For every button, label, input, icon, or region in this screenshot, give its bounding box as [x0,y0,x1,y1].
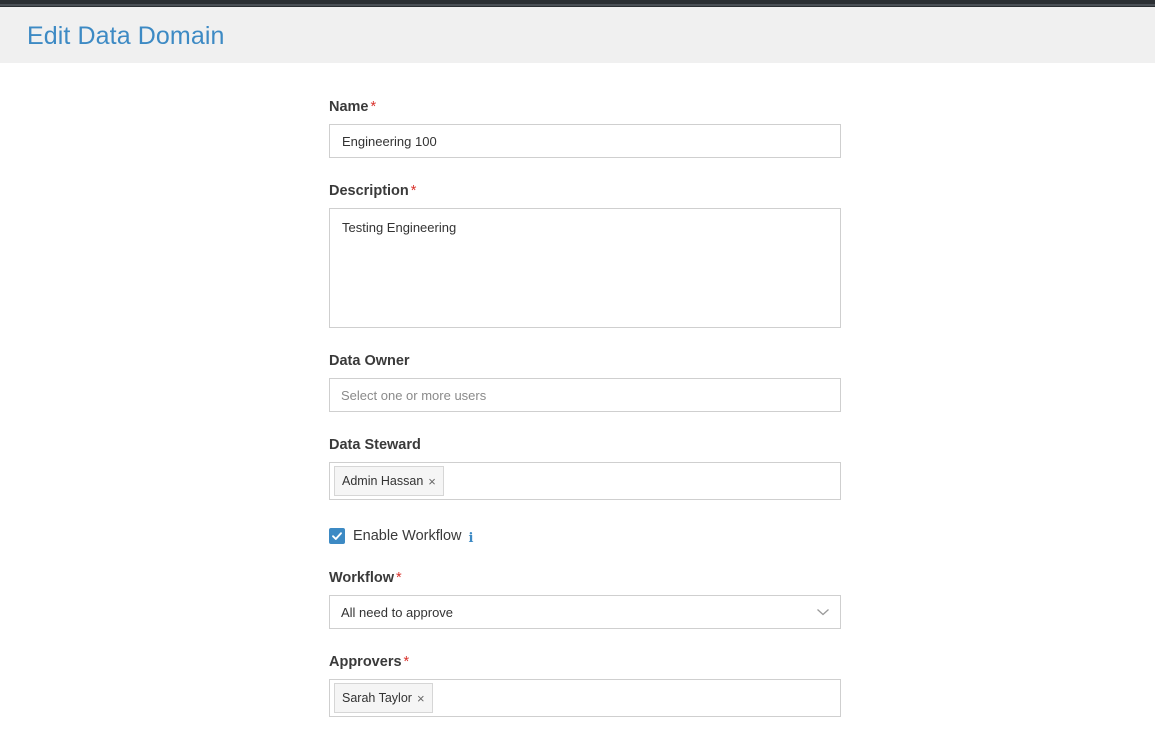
enable-workflow-label: Enable Workflow [353,528,462,544]
workflow-selected: All need to approve [341,605,454,620]
name-label-text: Name [329,99,369,115]
close-icon[interactable]: × [417,691,425,706]
data-steward-tag: Admin Hassan × [334,466,444,496]
required-mark: * [395,570,402,586]
data-owner-select[interactable]: Select one or more users [329,378,841,412]
enable-workflow-checkbox[interactable] [329,528,345,544]
data-owner-placeholder: Select one or more users [341,388,487,403]
workflow-label-text: Workflow [329,570,394,586]
top-bar [0,0,1155,7]
tag-label: Sarah Taylor [342,691,412,705]
workflow-label: Workflow * [329,570,402,586]
close-icon[interactable]: × [428,474,436,489]
check-icon [332,532,342,540]
enable-workflow-row: Enable Workflow i [329,528,474,546]
required-mark: * [370,99,377,115]
required-mark: * [410,183,417,199]
data-owner-label: Data Owner [329,353,410,369]
approvers-label: Approvers * [329,654,409,670]
workflow-dropdown[interactable]: All need to approve [329,595,841,629]
description-label: Description * [329,183,416,199]
data-steward-label: Data Steward [329,437,421,453]
description-label-text: Description [329,183,409,199]
approvers-label-text: Approvers [329,654,402,670]
tag-label: Admin Hassan [342,474,424,488]
approver-tag: Sarah Taylor × [334,683,433,713]
chevron-down-icon [817,609,829,616]
page-title: Edit Data Domain [27,22,225,50]
name-input[interactable]: Engineering 100 [329,124,841,158]
page-header: Edit Data Domain [0,7,1155,63]
approvers-select[interactable]: Sarah Taylor × [329,679,841,717]
required-mark: * [403,654,410,670]
description-value: Testing Engineering [342,220,457,235]
info-icon[interactable]: i [469,531,474,546]
data-steward-select[interactable]: Admin Hassan × [329,462,841,500]
name-label: Name * [329,99,376,115]
name-value: Engineering 100 [342,134,437,149]
description-textarea[interactable]: Testing Engineering [329,208,841,328]
